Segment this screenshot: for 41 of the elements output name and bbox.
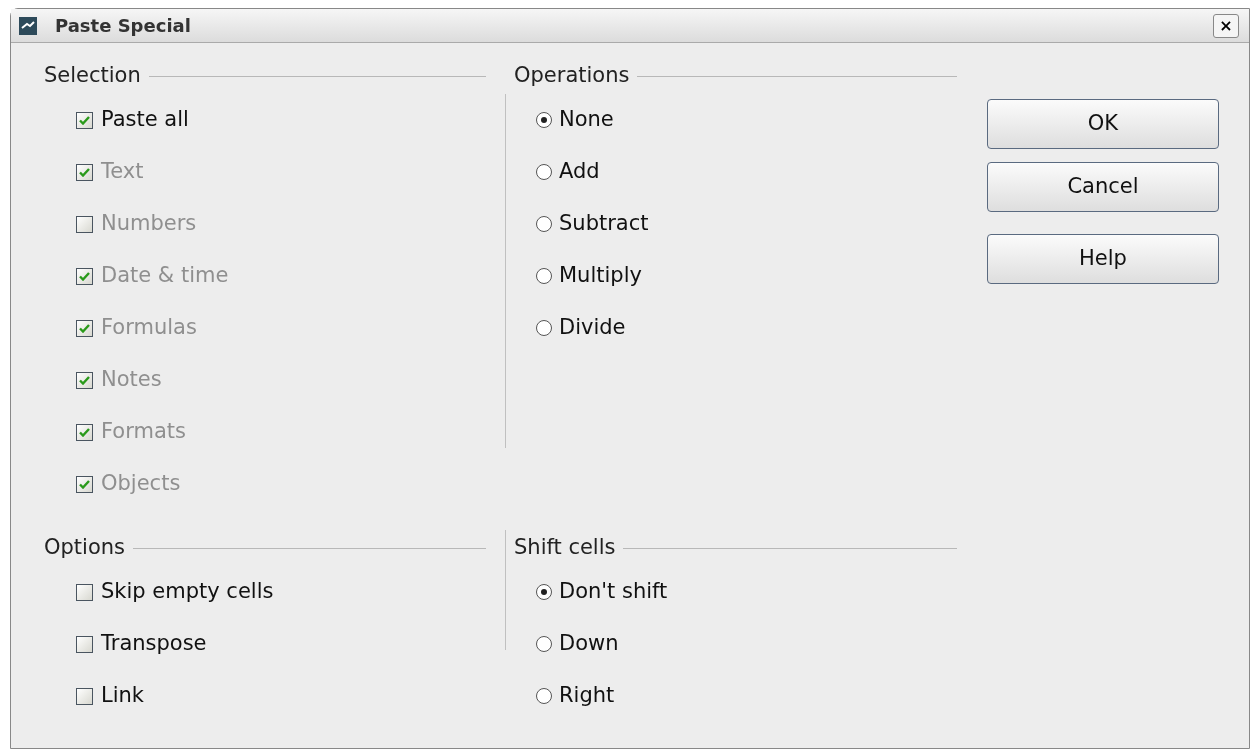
check-icon xyxy=(79,427,90,437)
checkbox-label[interactable]: Skip empty cells xyxy=(101,576,274,608)
check-icon xyxy=(79,271,90,281)
check-icon xyxy=(79,375,90,385)
radio-label[interactable]: Down xyxy=(559,628,619,660)
radio-label[interactable]: Don't shift xyxy=(559,576,668,608)
group-title: Operations xyxy=(514,62,630,90)
radio-button[interactable] xyxy=(536,320,552,336)
radio-button[interactable] xyxy=(536,268,552,284)
checkbox[interactable] xyxy=(76,111,93,129)
radio-label[interactable]: Multiply xyxy=(559,260,642,292)
group-title: Options xyxy=(44,534,126,562)
group-title: Shift cells xyxy=(514,534,616,562)
close-button[interactable]: × xyxy=(1213,13,1239,38)
radio-button[interactable] xyxy=(536,164,552,180)
dialog-button[interactable]: OK xyxy=(987,99,1219,149)
radio-button[interactable] xyxy=(536,216,552,232)
checkbox[interactable] xyxy=(76,687,93,705)
dialog-button[interactable]: Cancel xyxy=(987,162,1219,212)
radio-label[interactable]: None xyxy=(559,104,614,136)
radio-label[interactable]: Subtract xyxy=(559,208,649,240)
dialog-button[interactable]: Help xyxy=(987,234,1219,284)
checkbox[interactable] xyxy=(76,583,93,601)
radio-label[interactable]: Right xyxy=(559,680,615,712)
check-icon xyxy=(79,323,90,333)
radio-button[interactable] xyxy=(536,636,552,652)
radio-label[interactable]: Divide xyxy=(559,312,626,344)
window-title: Paste Special xyxy=(55,14,191,38)
checkbox[interactable] xyxy=(76,635,93,653)
radio-button[interactable] xyxy=(536,584,552,600)
app-icon xyxy=(19,16,37,35)
checkbox-label[interactable]: Paste all xyxy=(101,104,189,136)
checkbox-label[interactable]: Transpose xyxy=(101,628,207,660)
radio-button[interactable] xyxy=(536,112,552,128)
group-title: Selection xyxy=(44,62,141,90)
checkbox-label[interactable]: Link xyxy=(101,680,144,712)
check-icon xyxy=(79,115,90,125)
check-icon xyxy=(79,167,90,177)
radio-button[interactable] xyxy=(536,688,552,704)
radio-label[interactable]: Add xyxy=(559,156,600,188)
check-icon xyxy=(79,479,90,489)
